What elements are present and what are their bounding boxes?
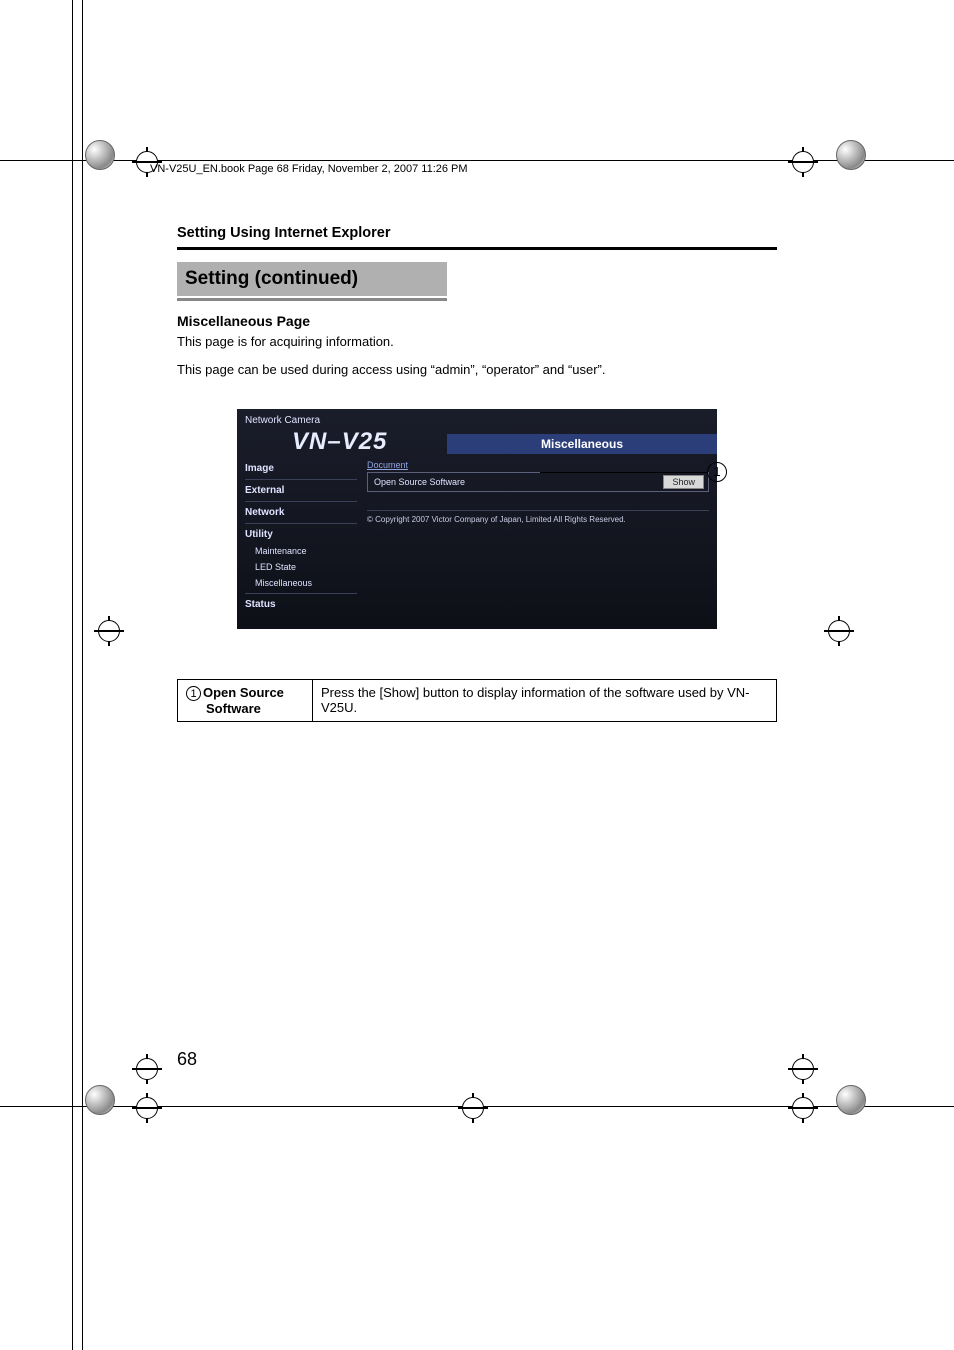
sidebar-item-network[interactable]: Network (245, 504, 367, 521)
sub-heading: Miscellaneous Page (177, 313, 777, 329)
crop-cross-bl1 (136, 1058, 166, 1088)
ss-sidebar: Image External Network Utility Maintenan… (237, 454, 367, 613)
crop-cross-br1 (792, 1058, 822, 1088)
paragraph-1: This page is for acquiring information. (177, 333, 777, 351)
sidebar-item-miscellaneous[interactable]: Miscellaneous (245, 575, 367, 591)
divider-thick (177, 247, 777, 250)
table-description: Press the [Show] button to display infor… (313, 680, 777, 722)
crop-sphere-bl (85, 1085, 115, 1115)
crop-cross-bc (462, 1097, 492, 1127)
crop-cross-tr (792, 151, 822, 181)
sidebar-item-maintenance[interactable]: Maintenance (245, 543, 367, 559)
description-table: 1Open Source Software Press the [Show] b… (177, 679, 777, 722)
crop-cross-ml (98, 620, 128, 650)
breadcrumb: Setting Using Internet Explorer (177, 225, 777, 241)
sidebar-item-led-state[interactable]: LED State (245, 559, 367, 575)
callout-number-cell: 1 (186, 686, 201, 701)
table-row: 1Open Source Software Press the [Show] b… (178, 680, 777, 722)
ss-row-label: Open Source Software (368, 474, 663, 490)
show-button[interactable]: Show (663, 475, 704, 489)
divider-mid (177, 298, 447, 301)
print-header: VN-V25U_EN.book Page 68 Friday, November… (150, 163, 468, 175)
callout-number-1: 1 (707, 462, 727, 482)
ss-page-title: Miscellaneous (447, 434, 717, 454)
ss-brand: Network Camera (237, 409, 717, 426)
sidebar-item-status[interactable]: Status (245, 596, 367, 613)
ss-open-source-row: Open Source Software Show (367, 472, 709, 492)
sidebar-item-image[interactable]: Image (245, 460, 367, 477)
section-title: Setting (continued) (177, 262, 447, 296)
callout-leader-line (540, 472, 708, 473)
page-number: 68 (177, 1049, 197, 1070)
ss-copyright: © Copyright 2007 Victor Company of Japan… (367, 510, 709, 524)
ss-document-label: Document (367, 460, 709, 470)
sidebar-item-utility[interactable]: Utility (245, 526, 367, 543)
table-label-line2: Software (186, 701, 304, 716)
crop-sphere-tl (85, 140, 115, 170)
crop-cross-mr (828, 620, 858, 650)
crop-cross-br2 (792, 1097, 822, 1127)
paragraph-2: This page can be used during access usin… (177, 361, 777, 379)
crop-sphere-tr (836, 140, 866, 170)
sidebar-item-external[interactable]: External (245, 482, 367, 499)
crop-cross-bl2 (136, 1097, 166, 1127)
embedded-screenshot: Network Camera VN–V25 Miscellaneous Imag… (237, 409, 717, 629)
crop-sphere-br (836, 1085, 866, 1115)
table-label-line1: Open Source (203, 685, 284, 700)
